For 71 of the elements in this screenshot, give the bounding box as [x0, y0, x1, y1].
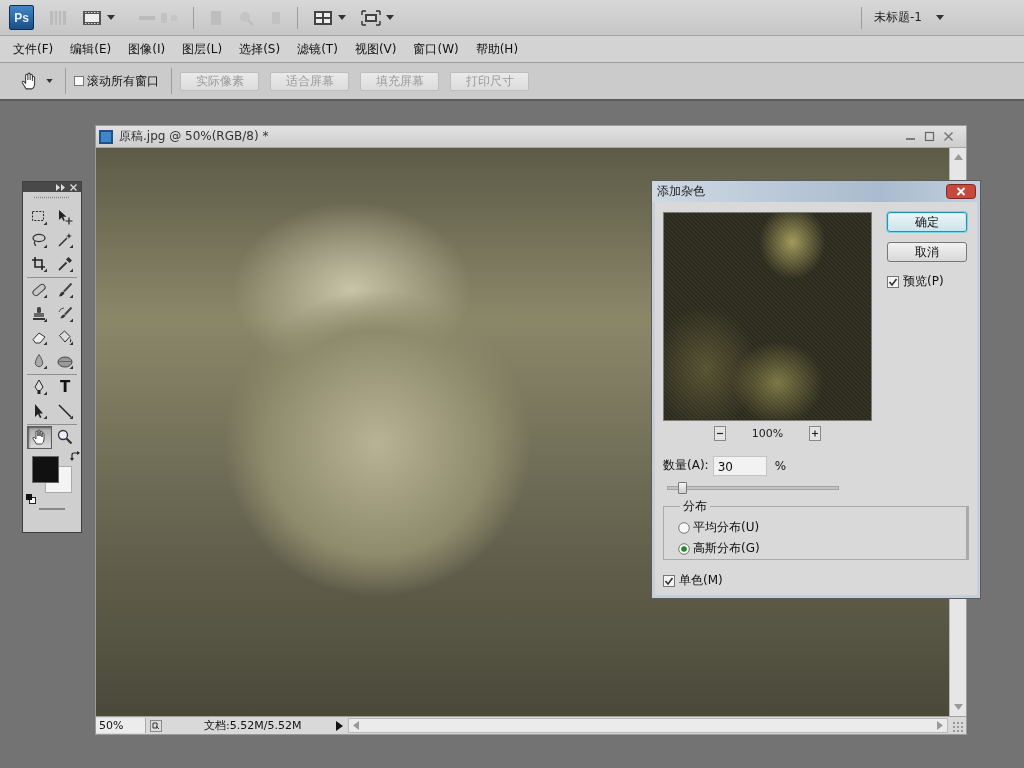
hand-icon[interactable] [20, 72, 38, 90]
slider-thumb[interactable] [677, 482, 687, 494]
caret-icon[interactable] [936, 15, 944, 20]
film-strip-icon[interactable] [82, 9, 102, 26]
brush-icon [57, 282, 73, 298]
checkbox-label[interactable]: 单色(M) [679, 572, 723, 589]
document-icon [99, 129, 113, 144]
color-swatches-icon[interactable] [32, 456, 72, 493]
lasso-icon [31, 232, 47, 248]
resize-grip-icon[interactable] [951, 719, 963, 732]
dialog-title: 添加杂色 [657, 183, 705, 200]
checkbox[interactable] [663, 574, 675, 587]
bandage-icon [31, 282, 47, 298]
percent-unit: % [774, 458, 787, 473]
stamp-icon [31, 305, 47, 322]
crop-icon [31, 255, 47, 272]
menu-item[interactable]: 图像(I) [120, 38, 174, 60]
document-title: 原稿.jpg @ 50%(RGB/8) * [119, 128, 269, 145]
checkbox[interactable] [887, 275, 899, 288]
caret-icon[interactable] [46, 79, 53, 83]
document-tab[interactable]: 未标题-1 [874, 9, 922, 26]
wand-icon [57, 232, 73, 248]
menu-item[interactable]: 窗口(W) [405, 38, 467, 60]
grip-icon[interactable] [34, 196, 70, 199]
bucket-icon [57, 329, 73, 345]
double-arrow-icon[interactable] [56, 183, 65, 191]
menu-item[interactable]: 选择(S) [231, 38, 289, 60]
curved-arrow-icon[interactable] [70, 451, 80, 461]
radio-label[interactable]: 高斯分布(G) [693, 540, 760, 557]
caret-icon[interactable] [338, 15, 346, 20]
amount-label: 数量(A): [663, 457, 709, 474]
brush-icon [57, 305, 73, 322]
caret-icon[interactable] [107, 15, 115, 20]
preview-zoom-level: 100% [751, 427, 784, 440]
tool-button[interactable]: T [52, 375, 78, 399]
screen-icon[interactable] [361, 9, 381, 26]
tool-button[interactable] [26, 425, 52, 449]
arrow-cross-icon [57, 208, 73, 225]
document-size: 文档:5.52M/5.52M [204, 718, 303, 733]
dashed-rectangle-icon [31, 208, 47, 225]
checkbox-label[interactable]: 滚动所有窗口 [87, 72, 159, 90]
menu-item[interactable]: 滤镜(T) [289, 38, 346, 60]
app-logo: Ps [9, 5, 34, 30]
menu-item[interactable]: 视图(V) [346, 38, 405, 60]
menu-item[interactable]: 编辑(E) [62, 38, 120, 60]
dialog-button[interactable]: 确定 [887, 212, 967, 232]
radio-label[interactable]: 平均分布(U) [693, 519, 760, 536]
hand-icon [31, 429, 47, 445]
checkbox[interactable] [74, 76, 84, 86]
dialog-button[interactable]: 取消 [887, 242, 967, 262]
menu-item[interactable]: 图层(L) [174, 38, 231, 60]
zoom-field[interactable]: 50% [96, 718, 146, 733]
close-icon[interactable] [946, 184, 976, 199]
amount-field[interactable]: 30 [712, 455, 767, 476]
maximize-icon[interactable] [924, 131, 935, 142]
minus-icon[interactable] [713, 426, 726, 441]
small-squares-icon[interactable] [26, 494, 36, 504]
caret-icon[interactable] [386, 15, 394, 20]
square-icon[interactable] [150, 719, 162, 732]
checkbox-label[interactable]: 预览(P) [903, 273, 944, 290]
group-label: 分布 [682, 498, 708, 515]
magnifier-icon [57, 429, 73, 445]
radio-button[interactable] [678, 542, 690, 555]
plus-icon[interactable] [809, 426, 822, 441]
menu-item[interactable]: 文件(F) [5, 38, 62, 60]
layout-grid-icon[interactable] [313, 9, 333, 26]
right-triangle-icon[interactable] [334, 719, 344, 732]
eyedropper-icon [57, 255, 73, 272]
line-icon [57, 402, 73, 419]
menu-item[interactable]: 帮助(H) [467, 38, 527, 60]
radio-button[interactable] [678, 521, 690, 534]
